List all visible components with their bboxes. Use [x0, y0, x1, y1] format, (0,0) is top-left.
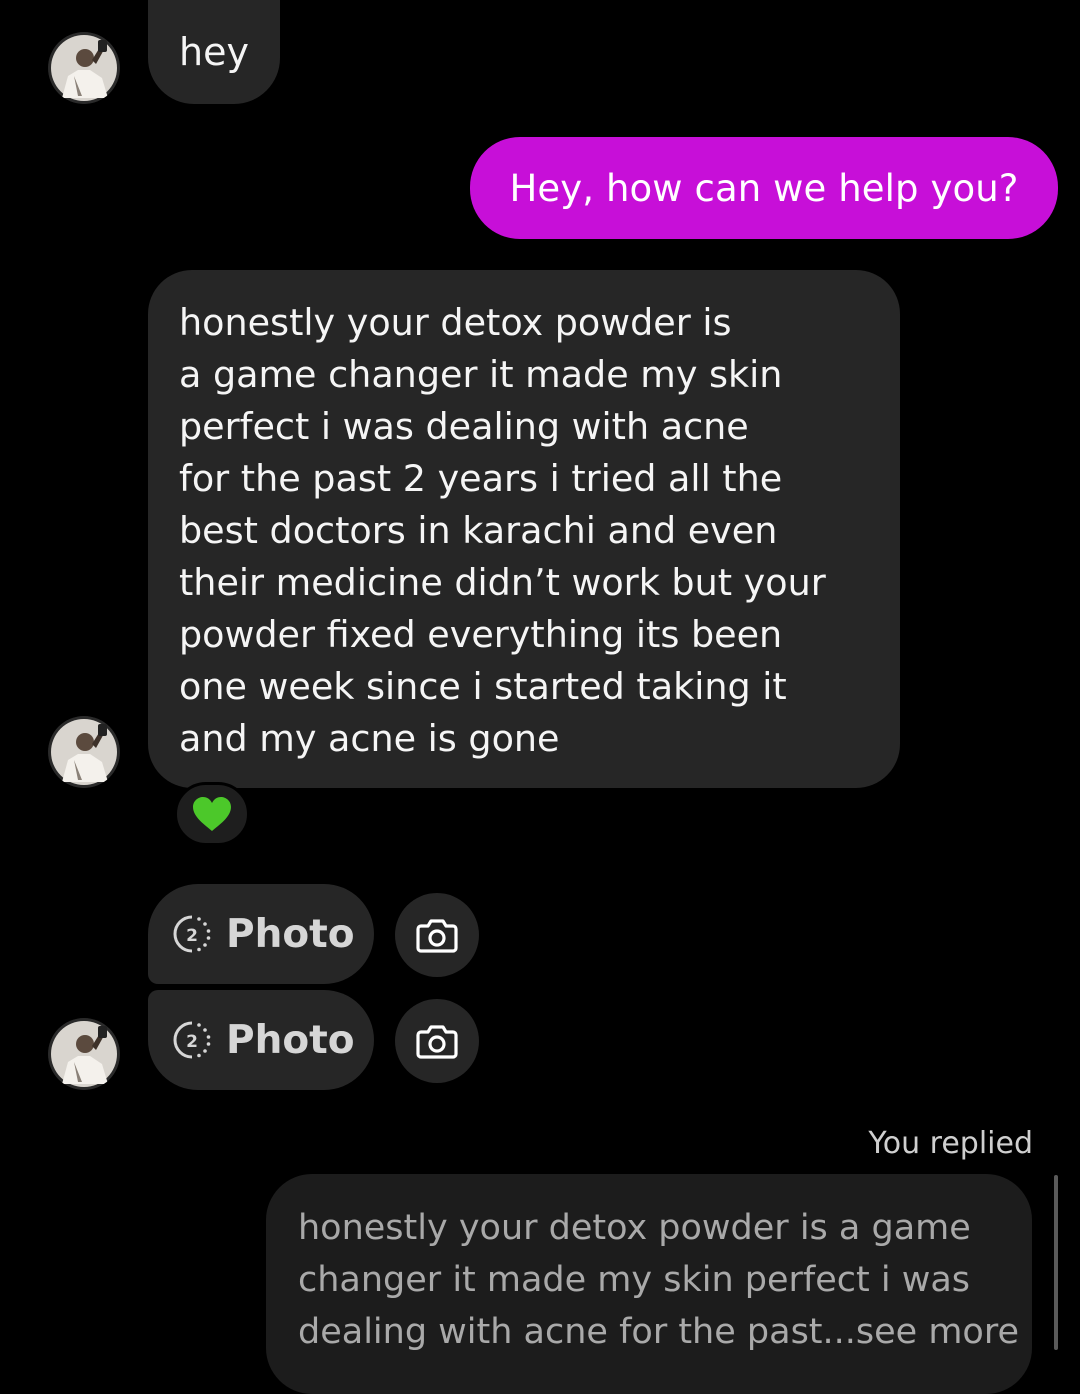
quoted-line: dealing with acne for the past...see mor…	[298, 1312, 1019, 1352]
camera-reply-button[interactable]	[395, 999, 479, 1083]
avatar-image	[48, 32, 120, 104]
message-line: for the past 2 years i tried all the	[179, 457, 783, 500]
message-line: a game changer it made my skin	[179, 353, 783, 396]
message-line: honestly your detox powder is	[179, 301, 732, 344]
view-once-timer-icon: 2	[170, 912, 214, 956]
avatar-image	[48, 716, 120, 788]
quoted-reply-message[interactable]: honestly your detox powder is a game cha…	[266, 1174, 1032, 1394]
message-line: best doctors in karachi and even	[179, 509, 778, 552]
message-line: and my acne is gone	[179, 717, 560, 760]
outgoing-message[interactable]: Hey, how can we help you?	[470, 137, 1058, 239]
message-line: their medicine didn’t work but your	[179, 561, 826, 604]
avatar-image	[48, 1018, 120, 1090]
photo-label: Photo	[226, 911, 355, 957]
incoming-message-long[interactable]: honestly your detox powder is a game cha…	[148, 270, 900, 788]
message-line: one week since i started taking it	[179, 665, 787, 708]
message-line: perfect i was dealing with acne	[179, 405, 749, 448]
message-text: Hey, how can we help you?	[509, 166, 1019, 210]
message-line: powder fixed everything its been	[179, 613, 783, 656]
avatar[interactable]	[48, 716, 120, 788]
incoming-message-hey[interactable]: hey	[148, 0, 280, 104]
camera-icon	[416, 1025, 458, 1059]
camera-reply-button[interactable]	[395, 893, 479, 977]
photo-label: Photo	[226, 1017, 355, 1063]
view-once-photo[interactable]: 2 Photo	[148, 990, 374, 1090]
camera-icon	[416, 919, 458, 953]
view-count: 2	[186, 926, 198, 946]
view-once-photo[interactable]: 2 Photo	[148, 884, 374, 984]
quoted-line: changer it made my skin perfect i was	[298, 1260, 971, 1300]
quoted-line: honestly your detox powder is a game	[298, 1208, 971, 1248]
view-count: 2	[186, 1032, 198, 1052]
you-replied-label: You replied	[868, 1126, 1033, 1161]
reaction-badge[interactable]	[174, 782, 250, 846]
green-heart-icon	[193, 797, 231, 831]
avatar[interactable]	[48, 32, 120, 104]
reply-indicator-bar	[1054, 1175, 1058, 1350]
avatar[interactable]	[48, 1018, 120, 1090]
message-text: hey	[179, 30, 249, 74]
view-once-timer-icon: 2	[170, 1018, 214, 1062]
